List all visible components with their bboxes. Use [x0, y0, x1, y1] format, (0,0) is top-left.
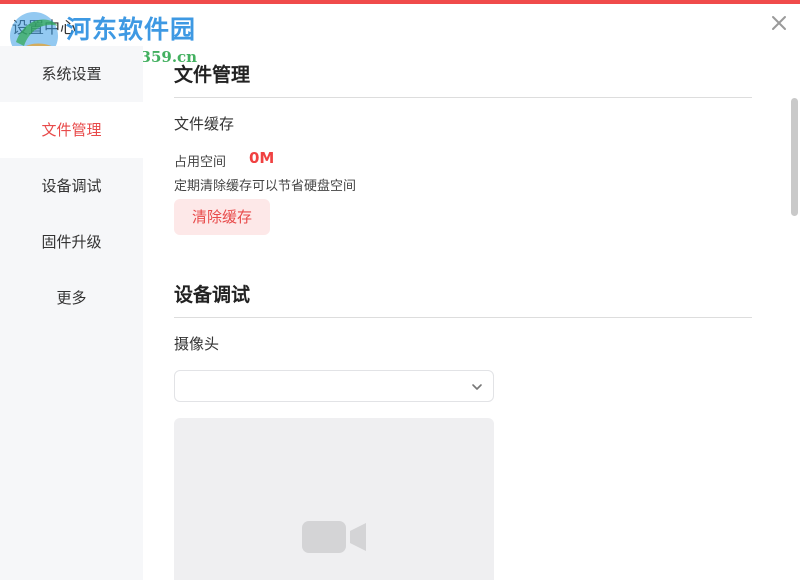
sidebar: 系统设置 文件管理 设备调试 固件升级 更多	[0, 46, 143, 580]
chevron-down-icon	[472, 384, 482, 390]
cache-hint: 定期清除缓存可以节省硬盘空间	[174, 179, 357, 194]
sidebar-item-system-settings[interactable]: 系统设置	[0, 46, 143, 102]
camera-preview	[174, 418, 494, 580]
sidebar-item-label: 更多	[56, 289, 87, 307]
title-bar: 设置中心	[0, 4, 800, 46]
storage-used-value: 0M	[249, 149, 275, 167]
storage-used-label: 占用空间	[174, 155, 227, 170]
camera-label: 摄像头	[174, 335, 220, 353]
sidebar-item-label: 文件管理	[41, 121, 102, 139]
settings-window: 设置中心 河东软件园 www.pc0359.cn 系统设置 文件管理 设备调试 …	[0, 0, 800, 580]
close-icon	[772, 16, 786, 30]
sidebar-item-label: 固件升级	[41, 233, 102, 251]
sidebar-item-label: 系统设置	[41, 65, 102, 83]
camera-select[interactable]	[174, 370, 494, 402]
clear-cache-button[interactable]: 清除缓存	[174, 199, 270, 235]
sidebar-item-device-debug[interactable]: 设备调试	[0, 158, 143, 214]
sidebar-item-file-management[interactable]: 文件管理	[0, 102, 143, 158]
video-camera-icon	[302, 521, 366, 553]
sidebar-item-more[interactable]: 更多	[0, 270, 143, 326]
device-debug-title: 设备调试	[174, 284, 251, 306]
scrollbar-thumb[interactable]	[791, 98, 798, 216]
file-management-title: 文件管理	[174, 64, 251, 86]
settings-content: 文件管理 文件缓存 占用空间 0M 定期清除缓存可以节省硬盘空间 清除缓存 设备…	[143, 46, 800, 580]
window-title: 设置中心	[12, 18, 77, 37]
sidebar-item-label: 设备调试	[41, 177, 102, 195]
scrollbar[interactable]	[788, 46, 800, 580]
sidebar-item-firmware-upgrade[interactable]: 固件升级	[0, 214, 143, 270]
section-divider	[174, 317, 752, 318]
close-button[interactable]	[770, 14, 788, 32]
file-cache-title: 文件缓存	[174, 115, 235, 133]
section-divider	[174, 97, 752, 98]
